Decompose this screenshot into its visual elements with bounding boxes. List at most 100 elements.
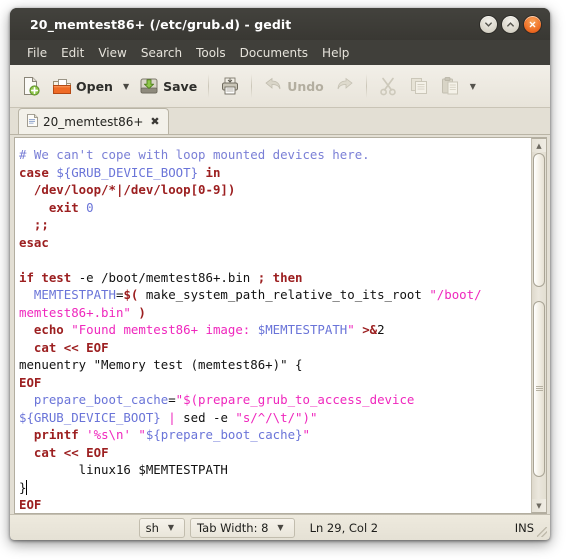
code-token: "$(prepare_grub_to_access_device bbox=[175, 392, 415, 408]
copy-icon bbox=[409, 76, 429, 96]
redo-arrow-icon bbox=[335, 76, 355, 96]
new-document-icon bbox=[21, 76, 41, 96]
language-selector[interactable]: sh ▼ bbox=[138, 517, 186, 538]
code-token: case bbox=[19, 164, 49, 180]
code-token: echo bbox=[33, 322, 64, 338]
code-token: linux16 $MEMTESTPATH bbox=[19, 462, 228, 478]
status-bar: sh ▼ Tab Width: 8 ▼ Ln 29, Col 2 INS bbox=[10, 514, 550, 540]
print-button[interactable] bbox=[215, 73, 245, 99]
clipboard-icon bbox=[440, 76, 460, 96]
code-token: "/boot/ bbox=[429, 287, 482, 303]
code-view[interactable]: # We can't cope with loop mounted device… bbox=[15, 138, 531, 513]
undo-button-label: Undo bbox=[287, 78, 324, 94]
menu-documents[interactable]: Documents bbox=[233, 44, 315, 62]
menu-tools[interactable]: Tools bbox=[189, 44, 233, 62]
new-document-button[interactable] bbox=[16, 73, 46, 99]
code-line: memtest86+.bin" ) bbox=[19, 304, 482, 322]
scroll-thumb-grip bbox=[535, 386, 543, 392]
editor-inner: # We can't cope with loop mounted device… bbox=[14, 137, 547, 514]
code-line: } bbox=[19, 479, 482, 497]
code-token: ) bbox=[138, 304, 146, 320]
menu-search[interactable]: Search bbox=[134, 44, 189, 62]
save-button-label: Save bbox=[163, 78, 198, 94]
tab-close-icon[interactable]: ✖ bbox=[150, 115, 159, 128]
open-button[interactable]: Open bbox=[47, 73, 118, 99]
code-token: sed -e bbox=[175, 409, 236, 425]
code-token: $MEMTESTPATH bbox=[257, 322, 348, 338]
tab-width-selector[interactable]: Tab Width: 8 ▼ bbox=[190, 517, 295, 538]
code-token: cat bbox=[33, 339, 57, 355]
code-line: cat << EOF bbox=[19, 444, 482, 462]
code-token: esac bbox=[19, 234, 49, 250]
minimize-button[interactable] bbox=[479, 15, 498, 34]
source-code[interactable]: # We can't cope with loop mounted device… bbox=[19, 146, 482, 513]
tab-20-memtest86[interactable]: 20_memtest86+ ✖ bbox=[18, 108, 169, 134]
title-bar[interactable]: 20_memtest86+ (/etc/grub.d) - gedit bbox=[10, 8, 550, 40]
code-token: EOF bbox=[19, 497, 42, 513]
menu-edit[interactable]: Edit bbox=[54, 44, 91, 62]
gedit-window: 20_memtest86+ (/etc/grub.d) - gedit File… bbox=[10, 8, 550, 540]
code-token: << bbox=[63, 339, 79, 355]
code-token: ${GRUB_DEVICE_BOOT} bbox=[56, 164, 199, 180]
window-title: 20_memtest86+ (/etc/grub.d) - gedit bbox=[30, 16, 292, 32]
scroll-track[interactable] bbox=[532, 152, 546, 499]
open-dropdown-caret[interactable]: ▼ bbox=[119, 82, 133, 91]
maximize-button[interactable] bbox=[501, 15, 520, 34]
save-disk-icon bbox=[139, 76, 159, 96]
code-token: printf bbox=[33, 427, 79, 443]
window-controls bbox=[479, 15, 542, 34]
code-token: 0 bbox=[86, 199, 94, 215]
close-icon bbox=[528, 20, 537, 29]
vertical-scrollbar[interactable]: ▲ ▼ bbox=[531, 138, 547, 513]
scroll-thumb[interactable] bbox=[533, 301, 545, 477]
code-token: ${GRUB_DEVICE_BOOT} bbox=[19, 409, 161, 425]
code-line: if test -e /boot/memtest86+.bin ; then bbox=[19, 269, 482, 287]
code-token: prepare_boot_cache bbox=[33, 392, 169, 408]
scroll-up-arrow[interactable]: ▲ bbox=[532, 139, 546, 152]
code-token: exit bbox=[48, 199, 79, 215]
scroll-thumb-upper[interactable] bbox=[533, 153, 545, 287]
code-token: in bbox=[205, 164, 221, 180]
code-token: " bbox=[302, 427, 310, 443]
copy-button[interactable] bbox=[404, 73, 434, 99]
undo-button[interactable]: Undo bbox=[258, 73, 329, 99]
code-line: EOF bbox=[19, 374, 482, 392]
redo-button[interactable] bbox=[330, 73, 360, 99]
editor-area: # We can't cope with loop mounted device… bbox=[10, 135, 550, 514]
code-token: memtest86+.bin" bbox=[19, 304, 131, 320]
code-line: linux16 $MEMTESTPATH bbox=[19, 461, 482, 479]
code-token: menuentry "Memory test (memtest86+)" { bbox=[19, 357, 303, 373]
close-button[interactable] bbox=[523, 15, 542, 34]
code-token: "Found memtest86+ image: bbox=[71, 322, 258, 338]
tab-width-label: Tab Width: 8 bbox=[197, 520, 269, 535]
chevron-up-icon bbox=[506, 20, 515, 29]
code-line: prepare_boot_cache="$(prepare_grub_to_ac… bbox=[19, 391, 482, 409]
paste-button[interactable] bbox=[435, 73, 465, 99]
menu-view[interactable]: View bbox=[91, 44, 133, 62]
code-token: $( bbox=[123, 287, 139, 303]
code-token: "s/^/\t/")" bbox=[235, 409, 318, 425]
scroll-down-arrow[interactable]: ▼ bbox=[532, 499, 546, 512]
code-token: = bbox=[168, 392, 176, 408]
menu-file[interactable]: File bbox=[20, 44, 54, 62]
resize-grip[interactable] bbox=[537, 527, 547, 537]
toolbar-overflow-caret[interactable]: ▼ bbox=[466, 82, 480, 91]
code-token: >& bbox=[362, 322, 378, 338]
code-token: ;; bbox=[19, 217, 49, 233]
code-line: ${GRUB_DEVICE_BOOT} | sed -e "s/^/\t/")" bbox=[19, 409, 482, 427]
menu-help[interactable]: Help bbox=[315, 44, 356, 62]
toolbar-separator-3 bbox=[365, 74, 367, 98]
code-token: | bbox=[168, 409, 176, 425]
cut-button[interactable] bbox=[373, 73, 403, 99]
language-label: sh bbox=[145, 520, 159, 535]
save-button[interactable]: Save bbox=[134, 73, 202, 99]
tab-strip: 20_memtest86+ ✖ bbox=[10, 108, 550, 135]
